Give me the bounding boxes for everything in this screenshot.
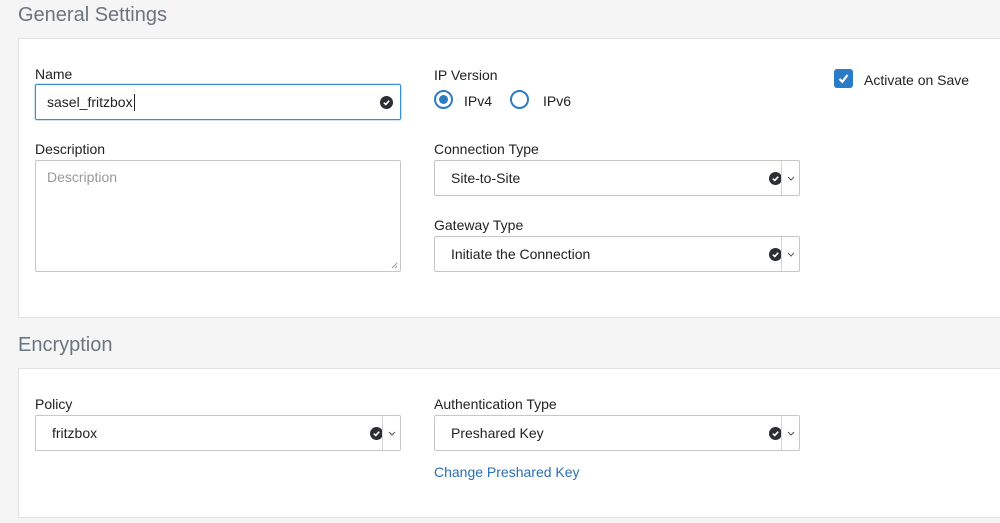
- policy-select[interactable]: fritzbox: [35, 415, 401, 451]
- name-label: Name: [35, 66, 73, 82]
- activate-on-save-label[interactable]: Activate on Save: [864, 72, 969, 88]
- ipv6-radio-label[interactable]: IPv6: [543, 93, 571, 109]
- text-cursor: [133, 93, 135, 111]
- gateway-type-select[interactable]: Initiate the Connection: [434, 236, 800, 272]
- encryption-title: Encryption: [18, 334, 113, 356]
- ipv4-radio-label[interactable]: IPv4: [464, 93, 492, 109]
- resize-grip-icon[interactable]: [390, 261, 398, 269]
- gateway-type-value: Initiate the Connection: [451, 246, 591, 262]
- connection-type-label: Connection Type: [434, 141, 539, 157]
- ip-version-label: IP Version: [434, 67, 498, 83]
- connection-type-value: Site-to-Site: [451, 170, 521, 186]
- description-textarea[interactable]: Description: [35, 160, 401, 272]
- authentication-type-select[interactable]: Preshared Key: [434, 415, 800, 451]
- check-circle-icon: [380, 96, 393, 109]
- policy-value: fritzbox: [52, 425, 98, 441]
- description-label: Description: [35, 141, 106, 157]
- general-settings-title: General Settings: [18, 4, 167, 26]
- chevron-down-icon[interactable]: [781, 161, 799, 195]
- connection-type-select[interactable]: Site-to-Site: [434, 160, 800, 196]
- ipv6-radio[interactable]: [510, 90, 529, 109]
- gateway-type-label: Gateway Type: [434, 217, 524, 233]
- name-input[interactable]: sasel_fritzbox: [35, 84, 401, 120]
- activate-on-save-checkbox[interactable]: [834, 69, 853, 88]
- authentication-type-value: Preshared Key: [451, 425, 544, 441]
- change-preshared-key-link[interactable]: Change Preshared Key: [434, 464, 580, 480]
- policy-label: Policy: [35, 396, 73, 412]
- ipv4-radio[interactable]: [434, 90, 453, 109]
- chevron-down-icon[interactable]: [781, 237, 799, 271]
- name-input-value: sasel_fritzbox: [47, 94, 133, 110]
- chevron-down-icon[interactable]: [781, 416, 799, 450]
- chevron-down-icon[interactable]: [382, 416, 400, 450]
- checkmark-icon: [838, 74, 849, 84]
- description-placeholder: Description: [47, 169, 118, 185]
- authentication-type-label: Authentication Type: [434, 396, 557, 412]
